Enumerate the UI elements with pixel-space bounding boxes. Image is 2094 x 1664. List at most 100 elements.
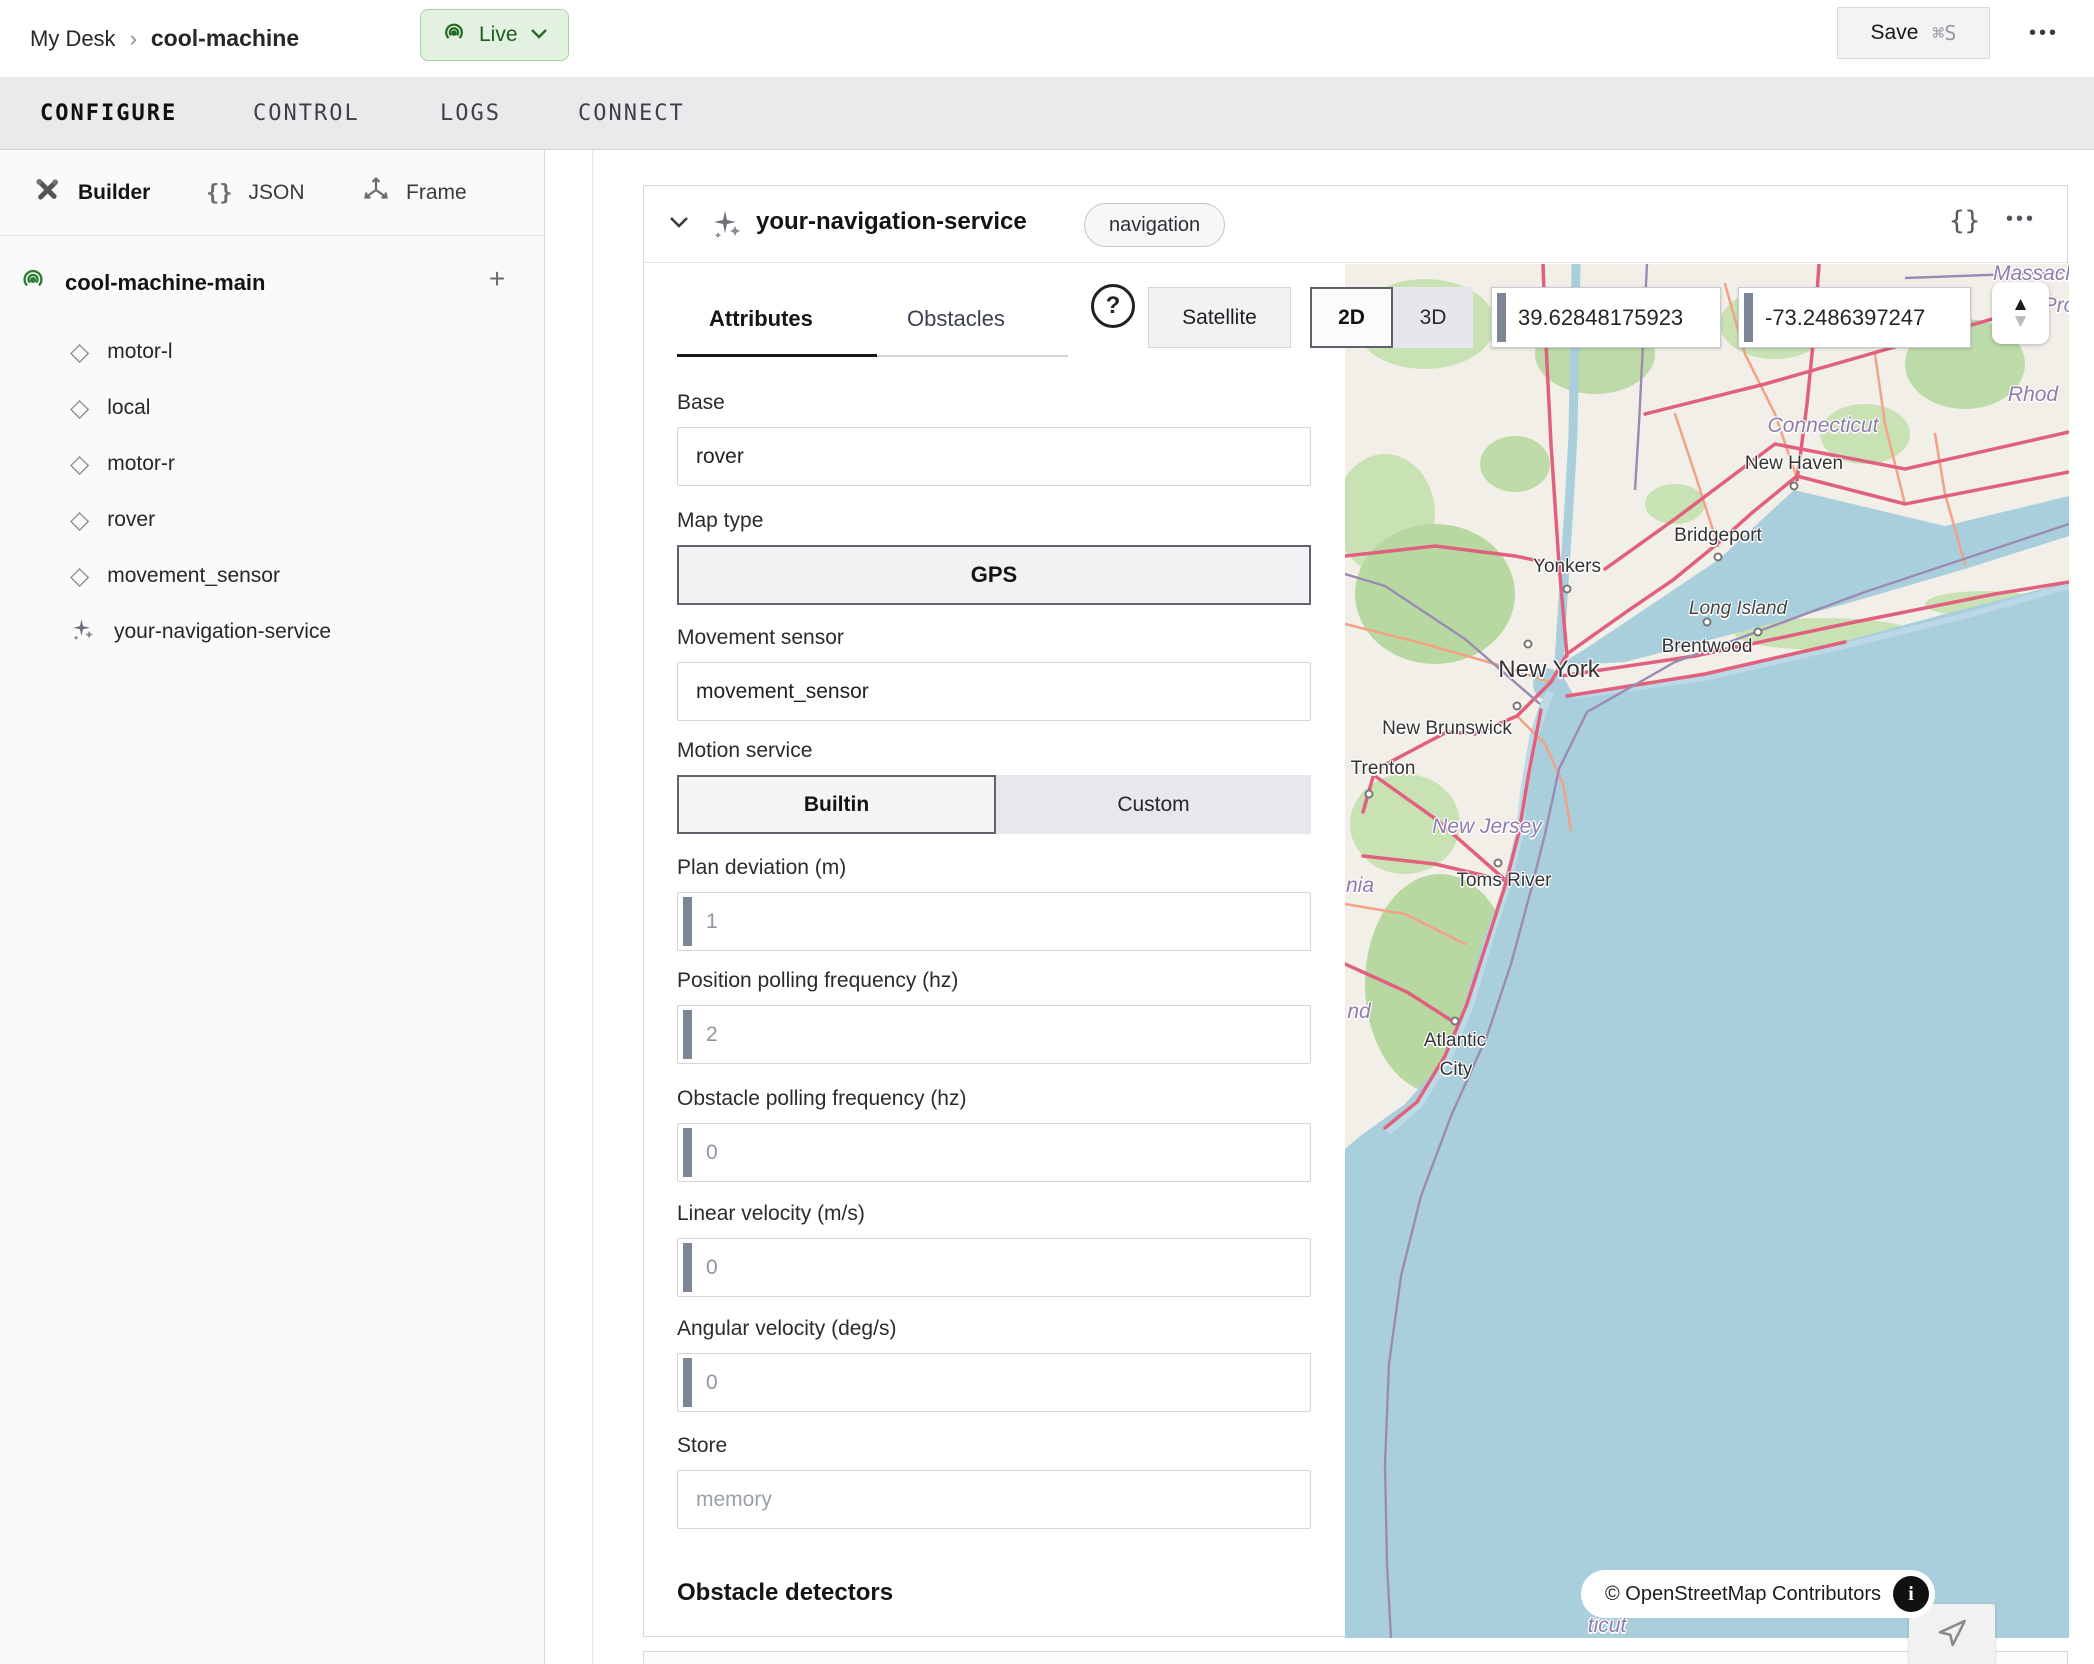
save-button[interactable]: Save ⌘S [1837,7,1990,59]
field-movement-sensor: Movement sensor [677,626,1311,721]
sidebar-item-motor-l[interactable]: ◇ motor-l [70,324,173,380]
live-status-button[interactable]: Live [420,9,569,61]
panel-divider[interactable] [592,150,593,1664]
live-label: Live [479,23,518,47]
tree-machine-root[interactable]: cool-machine-main [19,266,265,299]
sidebar-item-label: your-navigation-service [114,620,331,644]
mode-json[interactable]: {} JSON [206,150,305,236]
sidebar-item-label: motor-l [107,340,172,364]
field-map-type: Map type GPS [677,509,1311,605]
tab-connect[interactable]: CONNECT [578,77,685,150]
store-input[interactable] [677,1470,1311,1529]
card-header: your-navigation-service navigation {} ••… [644,186,2067,263]
sidebar-item-movement_sensor[interactable]: ◇movement_sensor [70,548,280,604]
sidebar-item-label: motor-r [107,452,175,476]
mode-frame[interactable]: Frame [362,150,467,236]
collapse-chevron-icon[interactable] [668,214,690,235]
tools-icon [32,175,62,211]
coordinate-stepper[interactable]: ▲ ▼ [1992,282,2049,344]
top-bar: My Desk › cool-machine Live Save ⌘S ••• [0,0,2094,77]
field-motion-service: Motion service Builtin Custom [677,739,1311,834]
motion-service-segment: Builtin Custom [677,775,1311,834]
config-sidebar: Builder {} JSON Frame cool-machine-main … [0,150,545,1664]
input-accent-bar [683,1243,692,1292]
next-card-edge [643,1651,2068,1664]
satellite-toggle-button[interactable]: Satellite [1148,287,1291,348]
latitude-input[interactable]: 39.62848175923 [1491,287,1721,348]
longitude-input[interactable]: -73.2486397247 [1738,287,1971,348]
motion-builtin-option[interactable]: Builtin [677,775,996,834]
base-input[interactable] [677,427,1311,486]
field-base: Base [677,391,1311,486]
map-canvas[interactable] [1345,264,2069,1638]
machine-part-name: cool-machine-main [65,270,265,296]
field-angular-velocity: Angular velocity (deg/s) 0 [677,1317,1311,1412]
breadcrumb: My Desk › cool-machine [30,0,299,77]
tab-obstacles[interactable]: Obstacles [907,306,1005,332]
mode-builder[interactable]: Builder [32,150,150,236]
motion-custom-option[interactable]: Custom [996,775,1311,834]
sidebar-mode-toolbar: Builder {} JSON Frame [0,150,544,236]
input-accent-bar [683,1358,692,1407]
input-accent-bar [683,897,692,946]
field-plan-deviation: Plan deviation (m) 1 [677,856,1311,951]
input-accent-bar [1744,293,1753,342]
machine-broadcast-icon [19,266,47,299]
sidebar-item-label: local [107,396,150,420]
chevron-down-icon [530,26,548,44]
braces-icon: {} [206,181,233,206]
map[interactable]: MassachProRhodConnecticutNew HavenBridge… [1345,264,2069,1638]
sidebar-item-label: movement_sensor [107,564,280,588]
tab-configure[interactable]: CONFIGURE [40,77,177,150]
angular-velocity-input[interactable]: 0 [677,1353,1311,1412]
service-type-badge: navigation [1084,203,1225,247]
obstacle-polling-input[interactable]: 0 [677,1123,1311,1182]
app-window: My Desk › cool-machine Live Save ⌘S ••• … [0,0,2094,1664]
service-name: your-navigation-service [756,208,1027,236]
more-menu-button[interactable]: ••• [2016,22,2072,45]
active-tab-underline [677,354,877,357]
nav-tab-bar: CONFIGURE CONTROL LOGS CONNECT [0,77,2094,150]
plan-deviation-input[interactable]: 1 [677,892,1311,951]
card-menu-icon[interactable]: ••• [2006,208,2036,231]
service-sparkles-icon [70,617,96,648]
frame-axes-icon [362,176,390,210]
field-store: Store [677,1434,1311,1529]
tab-underline-track [877,355,1068,357]
map-3d-button[interactable]: 3D [1393,287,1473,348]
add-component-button[interactable]: + [482,264,512,294]
input-accent-bar [683,1010,692,1059]
step-down-icon[interactable]: ▼ [2011,313,2030,330]
component-diamond-icon: ◇ [70,340,89,365]
field-position-polling: Position polling frequency (hz) 2 [677,969,1311,1064]
component-diamond-icon: ◇ [70,508,89,533]
movement-sensor-input[interactable] [677,662,1311,721]
edit-json-icon[interactable]: {} [1949,206,1980,236]
field-obstacle-polling: Obstacle polling frequency (hz) 0 [677,1087,1311,1182]
navigation-service-card: your-navigation-service navigation {} ••… [643,185,2068,1637]
map-2d-button[interactable]: 2D [1310,287,1393,348]
sidebar-item-local[interactable]: ◇ local [70,380,150,436]
info-icon[interactable]: i [1893,1576,1929,1612]
field-linear-velocity: Linear velocity (m/s) 0 [677,1202,1311,1297]
breadcrumb-my-desk[interactable]: My Desk [30,26,116,52]
sidebar-item-motor-r[interactable]: ◇ motor-r [70,436,175,492]
tab-control[interactable]: CONTROL [253,77,360,150]
help-icon[interactable]: ? [1091,284,1135,328]
breadcrumb-separator: › [130,26,137,52]
sidebar-item-rover[interactable]: ◇ rover [70,492,155,548]
input-accent-bar [683,1128,692,1177]
component-diamond-icon: ◇ [70,452,89,477]
input-accent-bar [1497,293,1506,342]
sidebar-item-label: rover [107,508,155,532]
linear-velocity-input[interactable]: 0 [677,1238,1311,1297]
position-polling-input[interactable]: 2 [677,1005,1311,1064]
map-type-gps-button[interactable]: GPS [677,545,1311,605]
tab-attributes[interactable]: Attributes [709,306,813,332]
sidebar-item-your-navigation-service[interactable]: your-navigation-service [70,604,331,660]
broadcast-icon [441,20,467,51]
breadcrumb-machine-name: cool-machine [151,25,299,52]
tab-logs[interactable]: LOGS [440,77,501,150]
component-diamond-icon: ◇ [70,396,89,421]
map-attribution: © OpenStreetMap Contributors i [1581,1570,1935,1618]
